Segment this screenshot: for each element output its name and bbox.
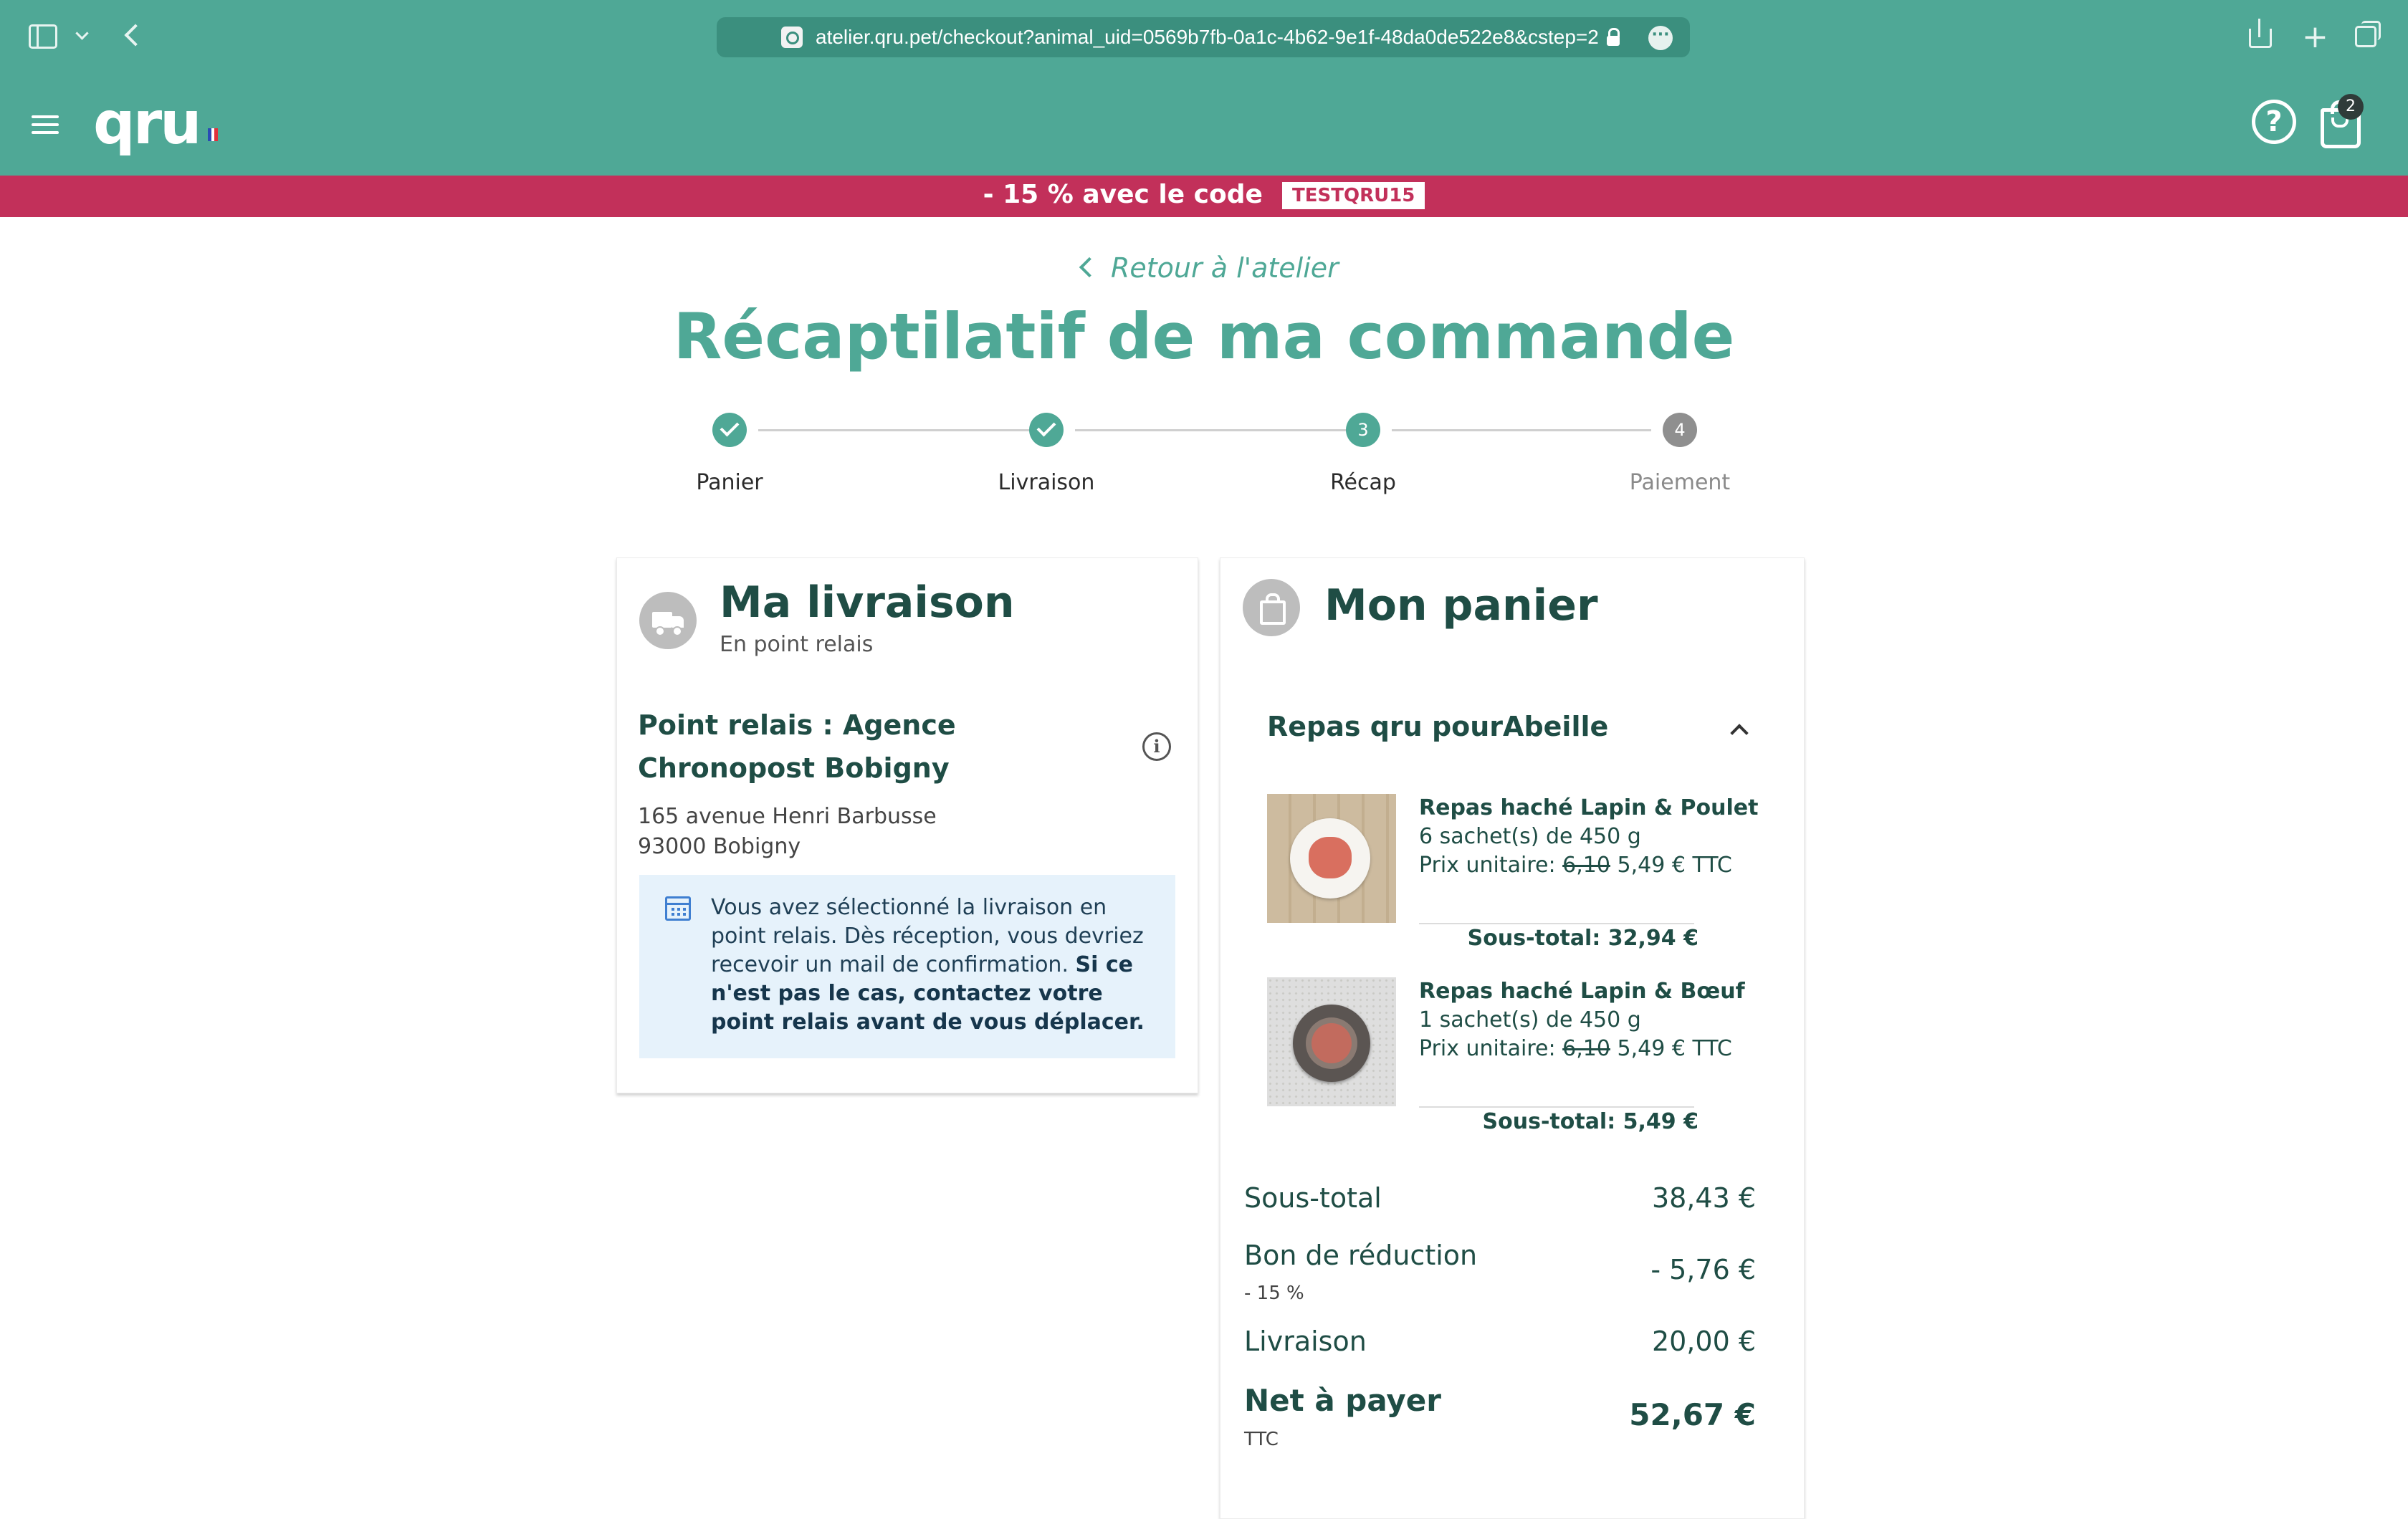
chevron-down-icon[interactable] [75,27,89,40]
divider [1419,923,1694,924]
current-price: 5,49 € TTC [1617,853,1732,878]
relay-notice-text: Vous avez sélectionné la livraison en po… [711,893,1155,1037]
page-title: Récaptilatif de ma commande [673,300,1735,373]
browser-toolbar: atelier.qru.pet/checkout?animal_uid=0569… [0,0,2408,74]
net-to-pay-value: 52,67 € [1629,1397,1756,1432]
promo-text: - 15 % avec le code [983,180,1263,209]
share-icon[interactable] [2249,19,2272,48]
step-livraison-done[interactable] [1029,413,1064,447]
cart-title: Mon panier [1324,580,1598,631]
discount-label: Bon de réduction [1244,1240,1478,1271]
stepper-connector [1392,429,1651,431]
product-image [1267,977,1396,1106]
check-icon [1036,417,1056,437]
site-favicon-icon [781,27,803,48]
step-label-panier: Panier [696,470,763,495]
discount-value: - 5,76 € [1650,1254,1756,1285]
step-label-recap: Récap [1330,470,1396,495]
product-quantity: 6 sachet(s) de 450 g [1419,824,1641,849]
subtotal-value: 38,43 € [1651,1182,1756,1214]
stepper-connector [1075,429,1346,431]
address-bar-url[interactable]: atelier.qru.pet/checkout?animal_uid=0569… [816,26,1599,49]
divider [1419,1106,1694,1108]
current-price: 5,49 € TTC [1617,1036,1732,1061]
product-image [1267,794,1396,923]
delivery-title: Ma livraison [720,578,1015,628]
product-quantity: 1 sachet(s) de 450 g [1419,1007,1641,1032]
relay-notice: Vous avez sélectionné la livraison en po… [639,875,1175,1058]
info-icon[interactable]: i [1142,732,1171,761]
step-panier-done[interactable] [712,413,747,447]
product-subtotal: Sous-total: 32,94 € [1467,926,1698,951]
back-to-atelier-link[interactable]: Retour à l'atelier [1079,252,1339,284]
unit-price-label: Prix unitaire: [1419,853,1556,878]
chevron-left-icon [1079,257,1100,277]
truck-icon [639,592,697,649]
calendar-icon [665,896,691,921]
unit-price-label: Prix unitaire: [1419,1036,1556,1061]
product-name: Repas haché Lapin & Bœuf [1419,979,1745,1004]
france-flag-icon [208,128,219,141]
relay-point-name: Point relais : Agence Chronopost Bobigny [638,709,956,784]
back-link-label: Retour à l'atelier [1111,252,1339,284]
relay-address-line2: 93000 Bobigny [638,834,801,859]
step-paiement-todo: 4 [1663,413,1697,447]
more-options-icon[interactable]: ··· [1648,26,1673,50]
shipping-label: Livraison [1244,1326,1367,1357]
address-bar[interactable]: atelier.qru.pet/checkout?animal_uid=0569… [717,17,1690,57]
menu-icon[interactable] [32,115,59,139]
promo-banner: - 15 % avec le code TESTQRU15 [0,176,2408,217]
shopping-bag-icon [1243,579,1300,636]
shipping-value: 20,00 € [1651,1326,1756,1357]
subtotal-label: Sous-total [1244,1182,1382,1214]
stepper-connector [758,429,1029,431]
old-price: 6,10 [1562,1036,1610,1061]
product-name: Repas haché Lapin & Poulet [1419,795,1759,820]
back-arrow-icon[interactable] [124,24,147,47]
product-unit-price: Prix unitaire: 6,10 5,49 € TTC [1419,853,1732,878]
tab-overview-icon[interactable] [2355,21,2381,47]
cart-count-badge: 2 [2338,94,2364,120]
promo-code: TESTQRU15 [1282,181,1425,209]
site-header: qru ? 2 [0,74,2408,176]
net-to-pay-label: Net à payer [1244,1383,1441,1418]
sidebar-toggle-icon[interactable] [29,24,57,49]
step-label-paiement: Paiement [1629,470,1731,495]
help-icon[interactable]: ? [2252,100,2296,144]
product-subtotal: Sous-total: 5,49 € [1482,1109,1698,1134]
qru-logo[interactable]: qru [93,90,202,158]
net-to-pay-tax-note: TTC [1244,1429,1279,1450]
lock-icon [1607,28,1620,46]
old-price: 6,10 [1562,853,1610,878]
step-recap-current: 3 [1346,413,1380,447]
product-unit-price: Prix unitaire: 6,10 5,49 € TTC [1419,1036,1732,1061]
discount-percent: - 15 % [1244,1283,1304,1304]
new-tab-icon[interactable]: + [2302,21,2328,53]
cart-group-title[interactable]: Repas qru pourAbeille [1267,711,1608,742]
relay-address-line1: 165 avenue Henri Barbusse [638,804,937,829]
delivery-mode: En point relais [720,632,874,657]
check-icon [720,417,740,437]
step-label-livraison: Livraison [998,470,1095,495]
